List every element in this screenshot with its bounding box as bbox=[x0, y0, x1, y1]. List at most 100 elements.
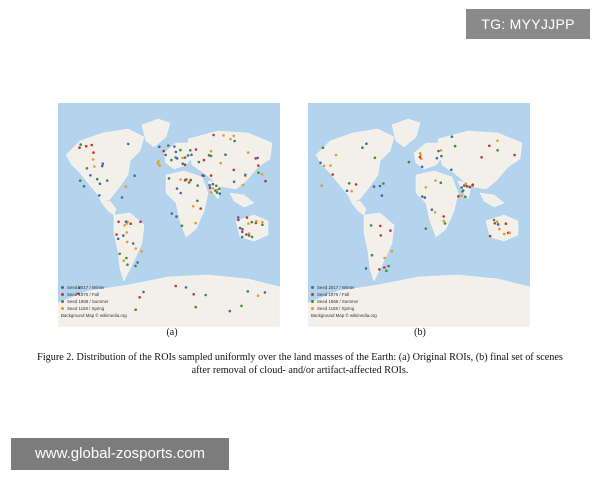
roi-point bbox=[329, 164, 332, 167]
roi-point bbox=[450, 135, 454, 138]
legend-swatch bbox=[61, 307, 64, 310]
legend-item-fall: Seed 1970 / Fall bbox=[311, 291, 431, 298]
roi-point bbox=[498, 227, 501, 231]
legend-label: Seed 1868 / Summer bbox=[317, 299, 359, 304]
legend-swatch bbox=[61, 286, 64, 289]
roi-point bbox=[379, 224, 382, 228]
map-panel-final: Seed 2017 / Winter Seed 1970 / Fall Seed… bbox=[308, 103, 530, 327]
roi-point bbox=[189, 178, 192, 182]
roi-point bbox=[502, 232, 506, 236]
roi-point bbox=[430, 208, 434, 211]
legend-label: Seed 2017 / Winter bbox=[317, 285, 355, 290]
roi-point bbox=[471, 183, 475, 186]
roi-point bbox=[378, 268, 381, 271]
roi-point bbox=[385, 269, 388, 273]
subfigure-label-b: (b) bbox=[414, 327, 426, 338]
roi-point bbox=[244, 173, 247, 177]
legend-item-spring: Seed 1158 / Spring bbox=[311, 305, 431, 312]
roi-point bbox=[488, 144, 491, 148]
roi-point bbox=[228, 309, 232, 313]
roi-point bbox=[461, 190, 464, 193]
roi-point bbox=[423, 196, 427, 199]
roi-point bbox=[370, 253, 374, 257]
roi-point bbox=[117, 220, 120, 224]
roi-point bbox=[347, 182, 351, 185]
landmass-africa bbox=[165, 170, 209, 238]
roi-point bbox=[319, 161, 322, 165]
roi-point bbox=[420, 165, 424, 169]
roi-point bbox=[504, 222, 508, 225]
legend-item-summer: Seed 1868 / Summer bbox=[311, 298, 431, 305]
map-credit: Background Map © wikimedia.org bbox=[61, 313, 127, 318]
roi-point bbox=[115, 233, 118, 236]
roi-point bbox=[468, 185, 472, 189]
roi-point bbox=[183, 156, 187, 159]
roi-point bbox=[82, 184, 86, 188]
roi-point bbox=[125, 231, 128, 234]
subfigure-label-a: (a) bbox=[166, 327, 178, 338]
roi-point bbox=[124, 185, 128, 188]
roi-point bbox=[241, 183, 245, 187]
landmass-southeast-asia bbox=[229, 192, 255, 208]
roi-point bbox=[261, 220, 264, 224]
roi-point bbox=[90, 143, 93, 147]
roi-point bbox=[187, 181, 191, 184]
roi-point bbox=[179, 191, 182, 195]
legend-label: Seed 1158 / Spring bbox=[317, 306, 355, 311]
roi-point bbox=[190, 153, 193, 157]
roi-point bbox=[465, 185, 469, 188]
roi-point bbox=[101, 162, 105, 165]
roi-point bbox=[207, 154, 211, 157]
legend: Seed 2017 / Winter Seed 1970 / Fall Seed… bbox=[61, 284, 181, 319]
roi-point bbox=[180, 224, 184, 227]
roi-point bbox=[424, 186, 428, 189]
legend-swatch bbox=[61, 300, 64, 303]
roi-point bbox=[140, 250, 143, 253]
roi-point bbox=[442, 219, 446, 223]
legend-swatch bbox=[311, 300, 314, 303]
roi-point bbox=[424, 227, 428, 230]
roi-point bbox=[232, 168, 236, 172]
roi-point bbox=[345, 189, 349, 193]
roi-point bbox=[170, 158, 173, 162]
roi-point bbox=[418, 155, 422, 159]
roi-point bbox=[434, 179, 437, 182]
roi-point bbox=[378, 184, 382, 188]
roi-point bbox=[460, 186, 463, 189]
roi-point bbox=[257, 171, 260, 174]
roi-point bbox=[236, 216, 240, 219]
roi-point bbox=[170, 212, 174, 215]
roi-point bbox=[139, 220, 142, 224]
roi-point bbox=[372, 185, 376, 188]
roi-point bbox=[158, 145, 161, 149]
map-credit: Background Map © wikimedia.org bbox=[311, 313, 377, 318]
roi-point bbox=[257, 164, 260, 167]
roi-point bbox=[488, 234, 492, 238]
roi-point bbox=[256, 294, 260, 297]
roi-point bbox=[513, 153, 516, 157]
landmass-greenland bbox=[141, 118, 171, 148]
roi-point bbox=[419, 153, 422, 157]
roi-point bbox=[194, 305, 197, 309]
roi-point bbox=[245, 216, 249, 219]
roi-point bbox=[179, 178, 182, 181]
roi-point bbox=[260, 172, 264, 176]
roi-point bbox=[354, 183, 358, 186]
roi-point bbox=[199, 207, 202, 210]
roi-point bbox=[407, 160, 411, 164]
roi-point bbox=[240, 235, 244, 239]
roi-point bbox=[131, 242, 135, 245]
roi-point bbox=[122, 234, 125, 237]
roi-point bbox=[237, 218, 240, 222]
roi-point bbox=[122, 259, 125, 262]
roi-point bbox=[460, 194, 463, 197]
roi-point bbox=[496, 223, 500, 226]
roi-point bbox=[204, 293, 207, 297]
roi-point bbox=[383, 266, 386, 269]
roi-point bbox=[435, 156, 439, 160]
roi-point bbox=[209, 174, 213, 177]
legend: Seed 2017 / Winter Seed 1970 / Fall Seed… bbox=[311, 284, 431, 319]
landmass-south-america bbox=[113, 212, 145, 282]
roi-point bbox=[247, 222, 250, 225]
watermark-website: www.global-zosports.com bbox=[11, 438, 229, 470]
